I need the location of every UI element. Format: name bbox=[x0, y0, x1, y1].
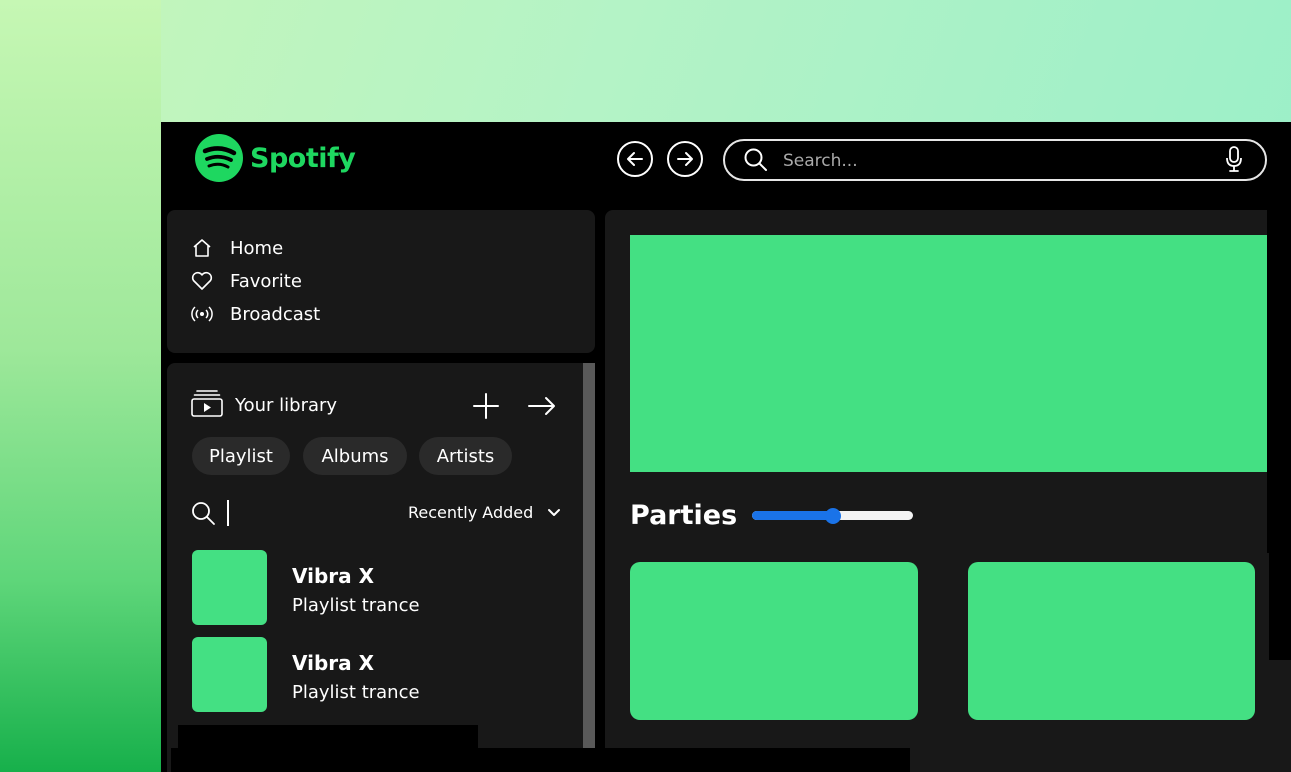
library-item[interactable]: Vibra X Playlist trance bbox=[192, 637, 522, 712]
playlist-title: Vibra X bbox=[292, 564, 375, 588]
library-scrollbar[interactable] bbox=[583, 363, 595, 772]
forward-button[interactable] bbox=[667, 141, 703, 177]
microphone-icon[interactable] bbox=[1225, 146, 1243, 178]
search-icon[interactable] bbox=[191, 501, 216, 530]
filter-chip-artists[interactable]: Artists bbox=[419, 437, 512, 475]
nav-label: Favorite bbox=[230, 270, 302, 292]
playlist-subtitle: Playlist trance bbox=[292, 595, 420, 616]
spotify-logo[interactable]: Spotify bbox=[194, 133, 356, 183]
nav-item-broadcast[interactable]: Broadcast bbox=[191, 303, 320, 325]
plus-icon[interactable] bbox=[473, 393, 499, 423]
heart-icon bbox=[191, 270, 213, 292]
playlist-cover bbox=[192, 637, 267, 712]
navigation-panel: Home Favorite Broadcast bbox=[167, 210, 595, 353]
library-item[interactable]: Vibra X Playlist trance bbox=[192, 550, 522, 625]
search-bar bbox=[723, 139, 1267, 181]
arrow-right-icon bbox=[677, 152, 693, 166]
main-content: Parties bbox=[605, 210, 1291, 772]
chevron-down-icon bbox=[547, 503, 561, 522]
sort-label: Recently Added bbox=[408, 503, 534, 522]
filter-chip-playlist[interactable]: Playlist bbox=[192, 437, 290, 475]
sort-dropdown[interactable]: Recently Added bbox=[408, 503, 561, 522]
spotify-window: Spotify Search... Home Favorite Broadcas… bbox=[161, 122, 1291, 772]
playlist-subtitle: Playlist trance bbox=[292, 682, 420, 703]
broadcast-icon bbox=[191, 303, 213, 325]
overlay-block bbox=[171, 748, 910, 772]
hero-banner[interactable] bbox=[630, 235, 1267, 472]
arrow-left-icon bbox=[627, 152, 643, 166]
slider-fill bbox=[752, 511, 833, 520]
library-search-caret[interactable] bbox=[227, 500, 229, 526]
library-title: Your library bbox=[235, 395, 338, 416]
home-icon bbox=[191, 237, 213, 259]
party-card[interactable] bbox=[968, 562, 1255, 720]
library-icon bbox=[191, 389, 223, 422]
slider-thumb[interactable] bbox=[824, 508, 841, 524]
nav-label: Broadcast bbox=[230, 303, 321, 325]
overlay-block bbox=[1269, 553, 1291, 660]
top-bar: Spotify bbox=[161, 122, 1291, 202]
filter-chip-albums[interactable]: Albums bbox=[303, 437, 407, 475]
search-input[interactable] bbox=[781, 148, 1215, 174]
brand-name: Spotify bbox=[250, 142, 356, 174]
background-gradient bbox=[0, 0, 161, 772]
arrow-right-icon[interactable] bbox=[527, 396, 557, 420]
carousel-slider[interactable] bbox=[752, 508, 913, 524]
nav-item-home[interactable]: Home bbox=[191, 237, 283, 259]
nav-label: Home bbox=[230, 237, 284, 259]
overlay-block bbox=[1267, 210, 1291, 553]
library-panel: Your library Playlist Albums Artists Rec… bbox=[167, 363, 595, 772]
back-button[interactable] bbox=[617, 141, 653, 177]
playlist-title: Vibra X bbox=[292, 651, 375, 675]
party-card[interactable] bbox=[630, 562, 918, 720]
spotify-logo-icon bbox=[195, 134, 243, 182]
section-title: Parties bbox=[630, 500, 738, 531]
search-icon[interactable] bbox=[743, 147, 769, 177]
nav-item-favorite[interactable]: Favorite bbox=[191, 270, 302, 292]
playlist-cover bbox=[192, 550, 267, 625]
library-header[interactable]: Your library bbox=[191, 389, 337, 422]
